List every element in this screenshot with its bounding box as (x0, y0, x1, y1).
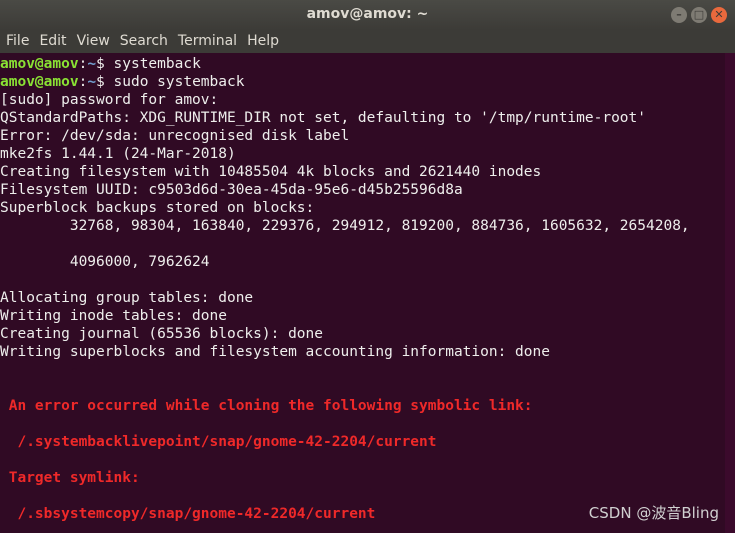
terminal-prompt-line: amov@amov:~$ systemback (0, 56, 201, 72)
maximize-button[interactable]: □ (691, 7, 707, 23)
prompt-user: amov@amov (0, 56, 79, 72)
watermark: CSDN @波音Bling (588, 504, 719, 522)
terminal-line: 4096000, 7962624 (0, 254, 210, 270)
prompt-path: ~ (87, 74, 97, 90)
terminal-error-line: Target symlink: (0, 470, 140, 486)
minimize-button[interactable]: – (671, 7, 687, 23)
window-controls: – □ ✕ (671, 7, 727, 23)
menu-file[interactable]: File (6, 30, 29, 53)
menu-search[interactable]: Search (120, 30, 168, 53)
terminal-line: [sudo] password for amov: (0, 92, 219, 108)
terminal-line: QStandardPaths: XDG_RUNTIME_DIR not set,… (0, 110, 647, 126)
terminal-line: Allocating group tables: done (0, 290, 254, 306)
terminal-line: 32768, 98304, 163840, 229376, 294912, 81… (0, 218, 690, 234)
menu-terminal[interactable]: Terminal (178, 30, 237, 53)
prompt-command: systemback (104, 56, 201, 72)
menu-help[interactable]: Help (247, 30, 279, 53)
terminal-line: Error: /dev/sda: unrecognised disk label (0, 128, 350, 144)
close-button[interactable]: ✕ (711, 7, 727, 23)
terminal-scrollbar[interactable] (725, 53, 735, 533)
menu-bar: File Edit View Search Terminal Help (0, 30, 735, 53)
menu-view[interactable]: View (77, 30, 110, 53)
terminal-output[interactable]: amov@amov:~$ systemback amov@amov:~$ sudo… (0, 55, 725, 533)
terminal-prompt-line: amov@amov:~$ sudo systemback (0, 74, 245, 90)
window-title: amov@amov: ~ (306, 6, 429, 22)
terminal-line: Superblock backups stored on blocks: (0, 200, 315, 216)
terminal-line: Creating filesystem with 10485504 4k blo… (0, 164, 542, 180)
terminal-line: Writing superblocks and filesystem accou… (0, 344, 550, 360)
menu-edit[interactable]: Edit (39, 30, 66, 53)
prompt-user: amov@amov (0, 74, 79, 90)
terminal-line: Writing inode tables: done (0, 308, 227, 324)
terminal-error-line: An error occurred while cloning the foll… (0, 398, 533, 414)
title-bar[interactable]: amov@amov: ~ – □ ✕ (0, 0, 735, 30)
terminal-line: Filesystem UUID: c9503d6d-30ea-45da-95e6… (0, 182, 463, 198)
prompt-command: sudo systemback (104, 74, 245, 90)
terminal-error-line: /.systembacklivepoint/snap/gnome-42-2204… (0, 434, 437, 450)
terminal-line: Creating journal (65536 blocks): done (0, 326, 324, 342)
prompt-path: ~ (87, 56, 97, 72)
terminal-line: mke2fs 1.44.1 (24-Mar-2018) (0, 146, 236, 162)
